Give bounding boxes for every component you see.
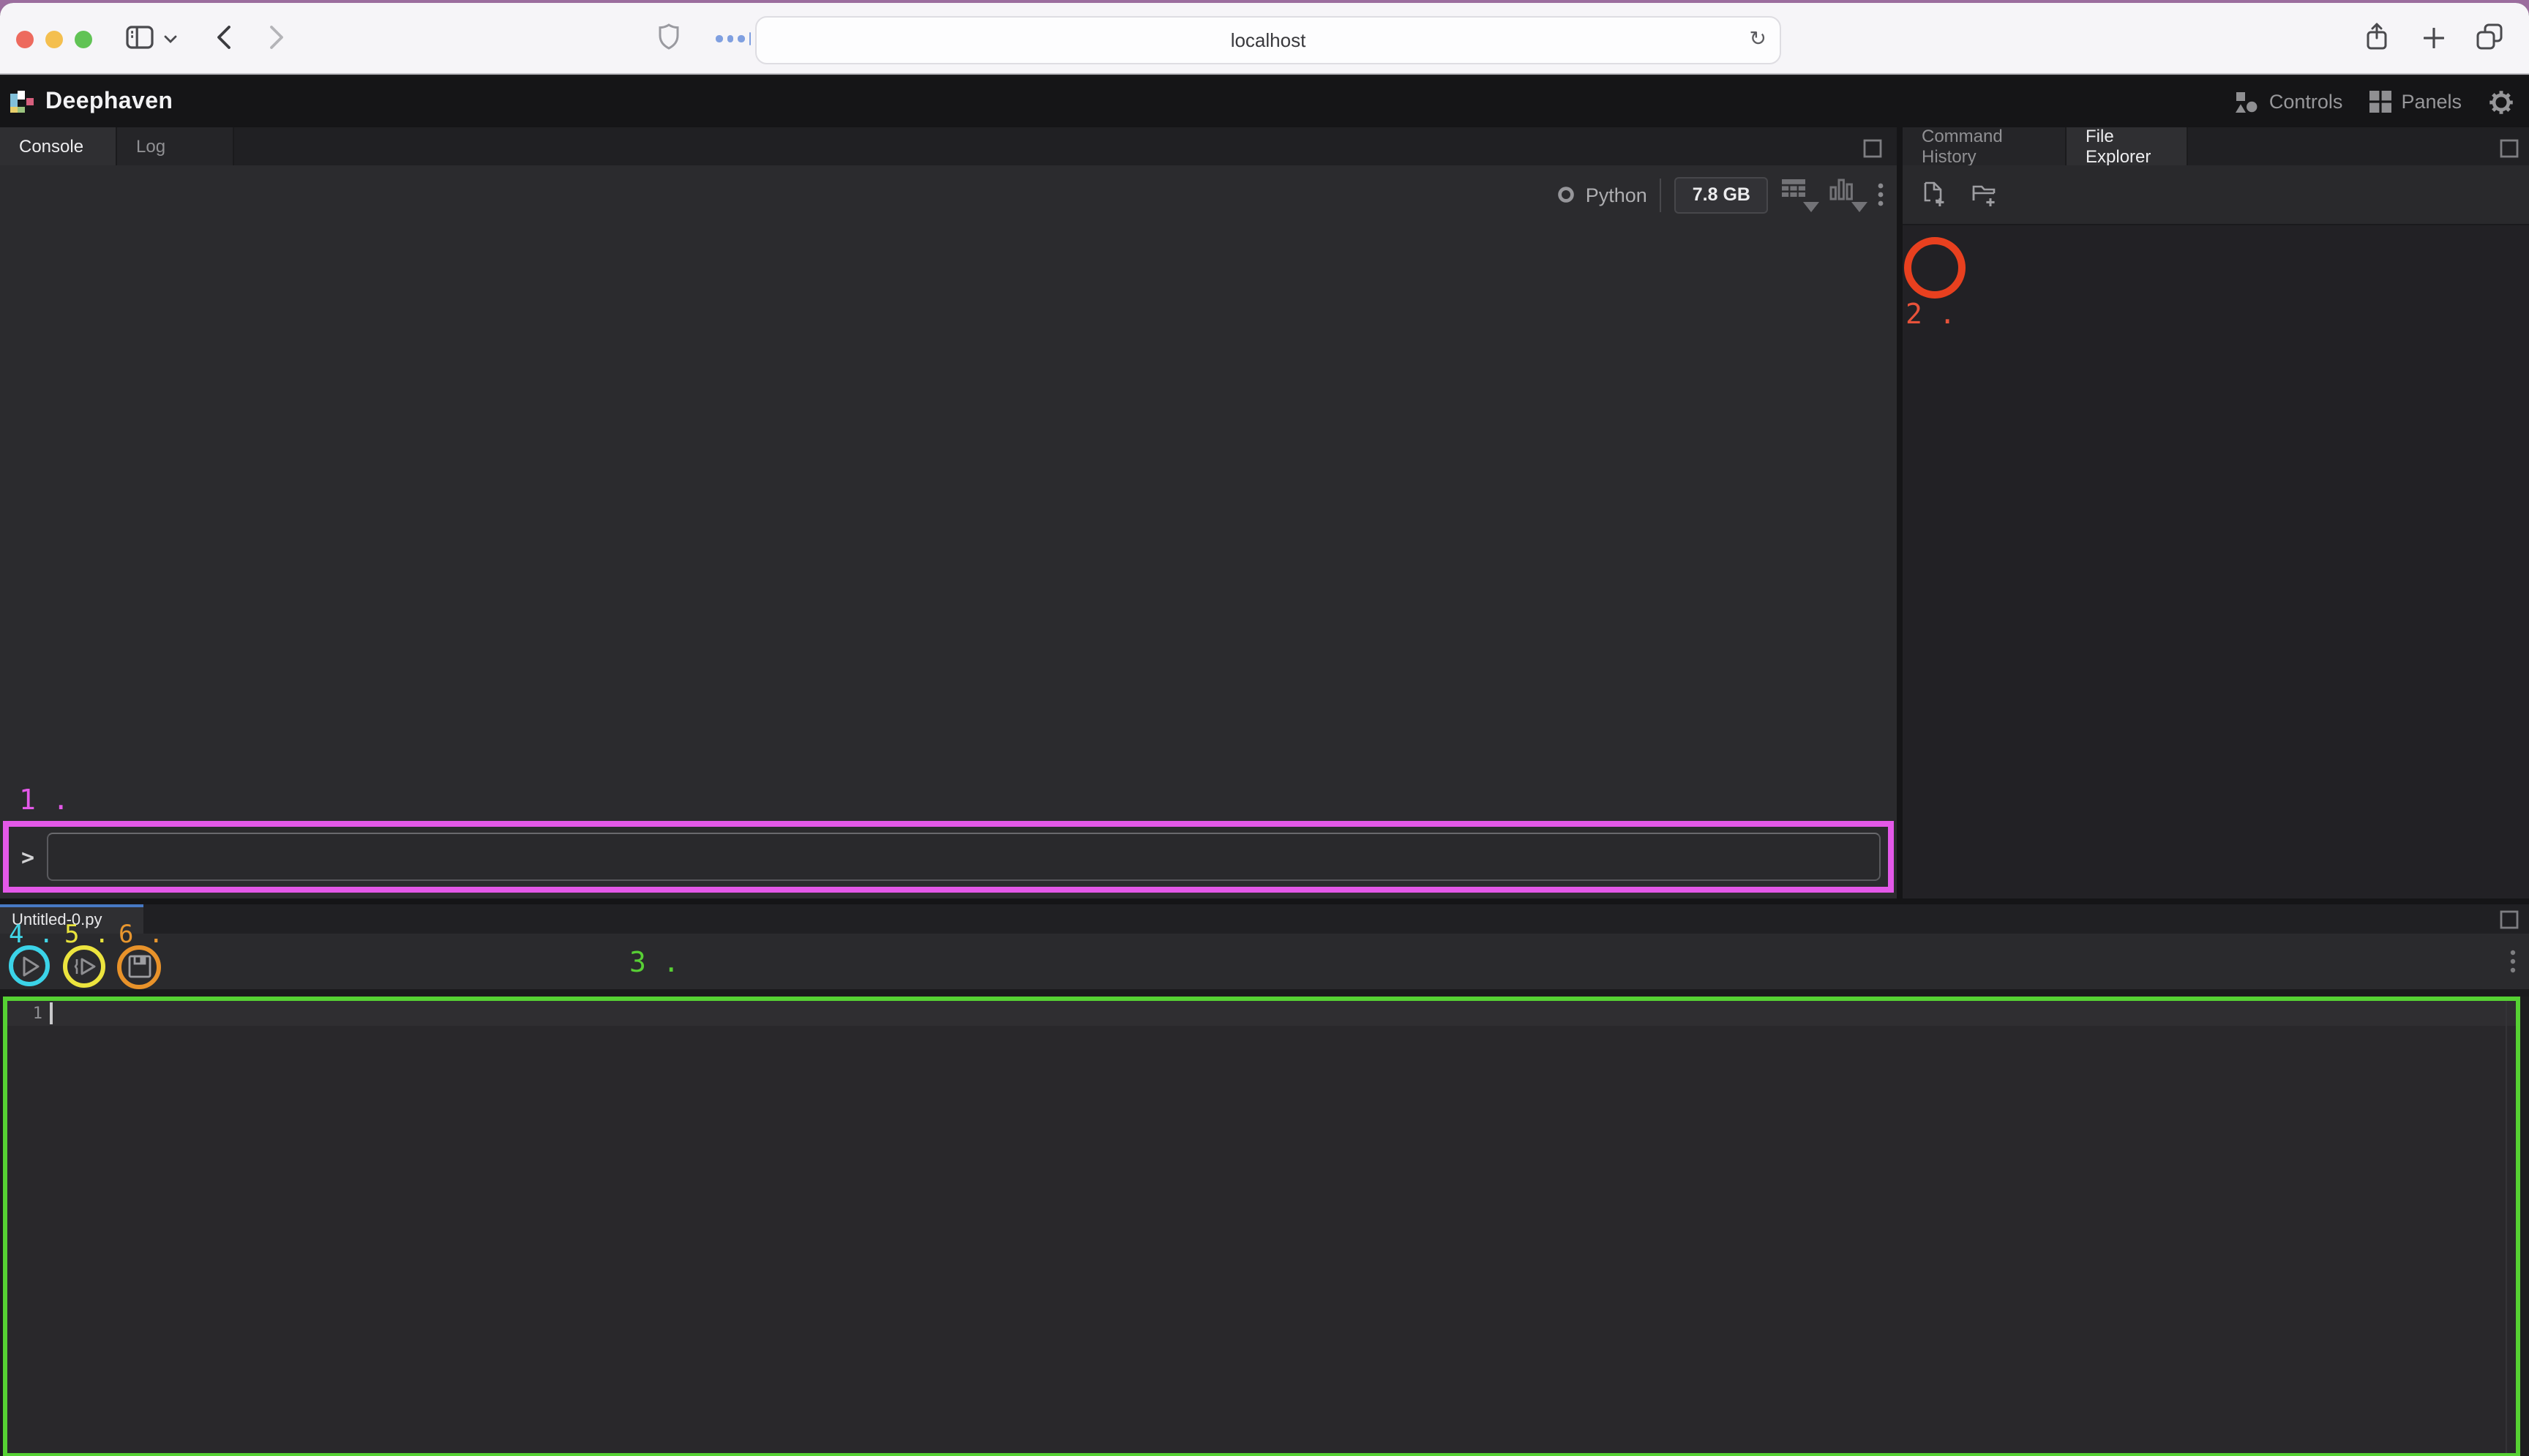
editor-toolbar bbox=[0, 934, 2529, 989]
panels-button[interactable]: Panels bbox=[2369, 91, 2462, 113]
annotation-circle-new-file bbox=[1904, 237, 1966, 299]
forward-icon[interactable] bbox=[269, 25, 284, 50]
annotation-label-6: 6 . bbox=[119, 920, 163, 950]
grid-icon bbox=[2369, 91, 2391, 113]
app-title: Deephaven bbox=[45, 89, 173, 115]
screen: localhost ↻ bbox=[0, 0, 2529, 1456]
tab-command-history-label: Command History bbox=[1922, 126, 2046, 167]
tab-file-explorer-label: File Explorer bbox=[2086, 126, 2168, 167]
toolbar-divider bbox=[1660, 178, 1662, 211]
annotation-label-4: 4 . bbox=[9, 920, 53, 950]
shield-icon[interactable] bbox=[659, 23, 679, 50]
extensions-dots-icon[interactable] bbox=[716, 32, 751, 45]
annotation-circle-run bbox=[9, 945, 50, 986]
open-table-button[interactable] bbox=[1781, 179, 1816, 211]
controls-button[interactable]: Controls bbox=[2236, 90, 2343, 113]
new-tab-icon[interactable] bbox=[2424, 28, 2444, 48]
annotation-label-3: 3 . bbox=[629, 948, 680, 977]
annotation-box-editor-area: 1 bbox=[3, 997, 2520, 1456]
app-header: Deephaven Controls Panels bbox=[0, 76, 2529, 127]
browser-toolbar: localhost ↻ bbox=[0, 3, 2529, 75]
chart-chevron-icon bbox=[1829, 179, 1854, 200]
address-bar[interactable]: localhost ↻ bbox=[755, 16, 1781, 64]
shapes-icon bbox=[2236, 90, 2259, 113]
minimize-window-button[interactable] bbox=[45, 31, 63, 48]
new-file-button[interactable] bbox=[1922, 181, 1947, 208]
runtime-status: Python bbox=[1558, 184, 1647, 206]
panel-splitter-vertical[interactable] bbox=[1897, 127, 1903, 898]
file-explorer-panel: Command History File Explorer bbox=[1903, 127, 2529, 898]
close-window-button[interactable] bbox=[16, 31, 34, 48]
table-chevron-icon bbox=[1781, 179, 1806, 199]
maximize-icon[interactable] bbox=[1863, 139, 1882, 158]
editor-panel: Untitled-0.py bbox=[0, 904, 2529, 1456]
annotation-circle-run-selected bbox=[63, 945, 105, 988]
console-toolbar: Python 7.8 GB bbox=[0, 165, 1897, 224]
sidebar-icon[interactable] bbox=[126, 25, 154, 50]
settings-button[interactable] bbox=[2488, 89, 2514, 115]
tab-console[interactable]: Console bbox=[0, 127, 117, 165]
text-cursor bbox=[50, 1002, 53, 1024]
open-chart-button[interactable] bbox=[1829, 179, 1865, 211]
runtime-label: Python bbox=[1586, 184, 1647, 206]
tab-console-label: Console bbox=[19, 136, 83, 157]
console-input[interactable] bbox=[47, 833, 1881, 881]
console-tabbar: Console Log bbox=[0, 127, 1897, 165]
annotation-label-1: 1 . bbox=[19, 786, 70, 815]
browser-window: localhost ↻ bbox=[0, 3, 2529, 1456]
scrollbar-track[interactable] bbox=[2506, 1001, 2507, 1453]
status-ring-icon bbox=[1558, 186, 1576, 203]
code-editor[interactable]: 1 bbox=[7, 1001, 2516, 1453]
gear-icon bbox=[2488, 89, 2514, 115]
maximize-icon[interactable] bbox=[2500, 139, 2519, 158]
console-prompt: > bbox=[9, 844, 47, 870]
tab-log-label: Log bbox=[136, 136, 165, 157]
console-panel: Console Log bbox=[0, 127, 1897, 898]
new-file-icon bbox=[1922, 181, 1947, 208]
panels-label: Panels bbox=[2401, 91, 2462, 113]
file-panel-tabbar: Command History File Explorer bbox=[1903, 127, 2529, 165]
controls-label: Controls bbox=[2269, 91, 2343, 113]
kebab-icon bbox=[1878, 183, 1884, 206]
editor-overflow-menu[interactable] bbox=[2510, 950, 2516, 973]
annotation-label-5: 5 . bbox=[64, 920, 109, 950]
kebab-icon bbox=[2510, 950, 2516, 973]
tab-command-history[interactable]: Command History bbox=[1903, 127, 2067, 165]
console-overflow-menu[interactable] bbox=[1878, 183, 1884, 206]
reload-icon[interactable]: ↻ bbox=[1750, 26, 1766, 51]
deephaven-app: Deephaven Controls Panels bbox=[0, 76, 2529, 1456]
chevron-down-icon[interactable] bbox=[164, 35, 177, 44]
file-panel-toolbar bbox=[1903, 165, 2529, 225]
line-number: 1 bbox=[22, 1002, 42, 1026]
annotation-label-2: 2 . bbox=[1906, 300, 1956, 329]
memory-usage-badge[interactable]: 7.8 GB bbox=[1675, 176, 1768, 213]
annotation-circle-save bbox=[117, 945, 161, 989]
tab-file-explorer[interactable]: File Explorer bbox=[2067, 127, 2188, 165]
maximize-icon[interactable] bbox=[2500, 910, 2519, 929]
editor-gap bbox=[0, 989, 2529, 997]
share-icon[interactable] bbox=[2365, 22, 2388, 51]
file-explorer-content bbox=[1903, 225, 2529, 898]
new-folder-button[interactable] bbox=[1971, 181, 1999, 208]
current-line-highlight bbox=[7, 1001, 2516, 1026]
new-folder-icon bbox=[1971, 181, 1999, 208]
deephaven-logo-icon bbox=[10, 91, 34, 113]
annotation-box-console-input: > bbox=[3, 821, 1894, 893]
panel-splitter-horizontal[interactable] bbox=[0, 898, 2529, 904]
tab-log[interactable]: Log bbox=[117, 127, 234, 165]
editor-tabbar: Untitled-0.py bbox=[0, 904, 2529, 934]
back-icon[interactable] bbox=[217, 25, 231, 50]
url-text: localhost bbox=[1231, 29, 1306, 51]
tab-overview-icon[interactable] bbox=[2476, 23, 2503, 50]
zoom-window-button[interactable] bbox=[75, 31, 92, 48]
